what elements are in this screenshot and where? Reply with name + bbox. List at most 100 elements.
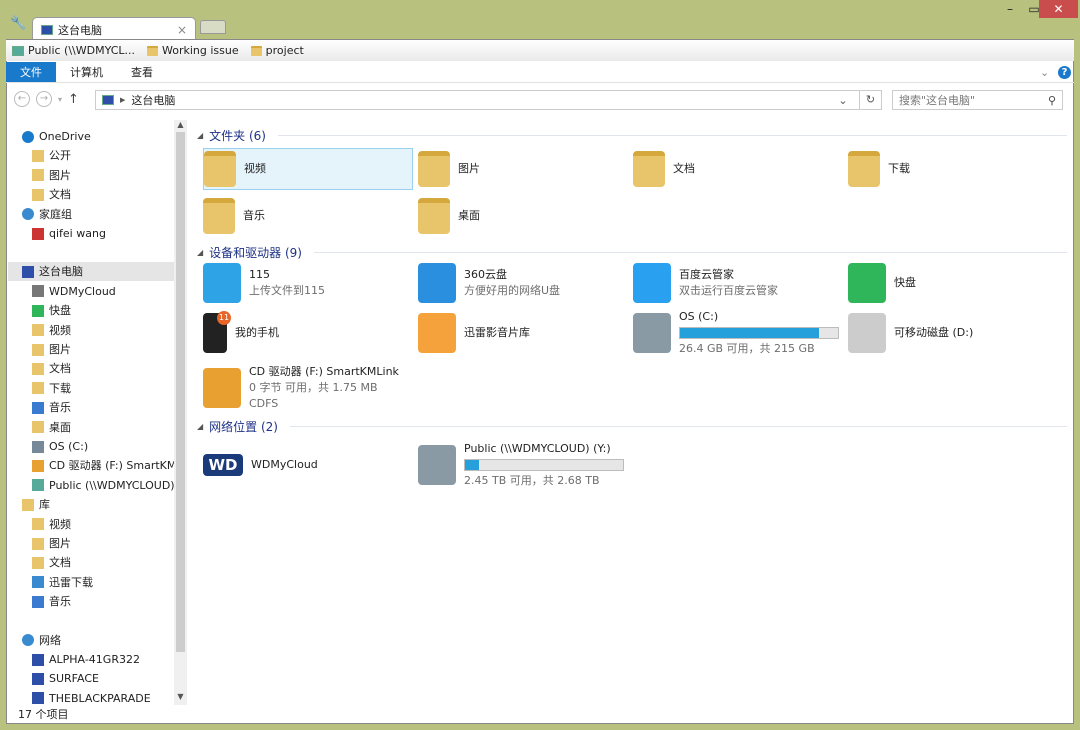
sidebar-item[interactable]: OS (C:)	[8, 437, 174, 456]
tab-this-pc[interactable]: 这台电脑 ×	[32, 17, 196, 41]
up-button[interactable]: ↑	[68, 92, 79, 107]
sidebar-item[interactable]: 这台电脑	[8, 262, 174, 282]
item-tile[interactable]: 下载	[848, 148, 1058, 190]
item-tile[interactable]: 可移动磁盘 (D:)	[848, 312, 1058, 354]
sidebar-item-label: 音乐	[49, 595, 71, 609]
address-bar[interactable]: ▶ 这台电脑 ⌄ ↻	[95, 90, 882, 110]
item-text: 可移动磁盘 (D:)	[894, 325, 973, 341]
close-button[interactable]: ✕	[1039, 0, 1078, 18]
sidebar-item[interactable]: 视频	[8, 321, 174, 340]
item-tile[interactable]: WD WDMyCloud	[203, 444, 413, 486]
item-name: 360云盘	[464, 268, 507, 281]
sidebar-item[interactable]: 网络	[8, 631, 174, 650]
sidebar-item-label: 图片	[49, 168, 71, 182]
refresh-button[interactable]: ↻	[859, 91, 881, 109]
item-tile[interactable]: 360云盘 方便好用的网络U盘	[418, 262, 628, 304]
sidebar-item[interactable]: 文档	[8, 359, 174, 378]
sidebar-item[interactable]: WDMyCloud	[8, 282, 174, 301]
pictures-icon	[32, 537, 44, 550]
sidebar-item[interactable]: 音乐	[8, 398, 174, 417]
sidebar-item[interactable]: qifei wang	[8, 224, 174, 243]
nas-icon	[32, 285, 44, 298]
scroll-up-icon[interactable]: ▲	[174, 120, 187, 129]
address-dropdown-icon[interactable]: ⌄	[833, 94, 853, 107]
sidebar-item[interactable]: 文档	[8, 185, 174, 204]
baidu-cloud-icon	[633, 263, 671, 303]
sidebar-item[interactable]: 视频	[8, 515, 174, 534]
sidebar-item[interactable]: 音乐	[8, 592, 174, 611]
sidebar-item-label: qifei wang	[49, 227, 106, 240]
capacity-bar	[464, 459, 624, 471]
ribbon-tab[interactable]: 计算机	[56, 62, 117, 82]
kuaipan-icon	[848, 263, 886, 303]
sidebar-item[interactable]: 家庭组	[8, 205, 174, 224]
sidebar-item[interactable]: 库	[8, 495, 174, 514]
bookmark-item[interactable]: Public (\\WDMYCL...	[12, 44, 135, 57]
sidebar-item-label: SURFACE	[49, 672, 99, 686]
documents-icon	[32, 362, 44, 375]
ribbon-tab[interactable]: 文件	[6, 62, 56, 82]
item-tile[interactable]: 音乐	[203, 195, 413, 237]
item-name: 百度云管家	[679, 268, 734, 281]
scroll-down-icon[interactable]: ▼	[174, 692, 187, 701]
sidebar-item[interactable]: 图片	[8, 166, 174, 185]
item-tile[interactable]: Public (\\WDMYCLOUD) (Y:) 2.45 TB 可用，共 2.…	[418, 442, 628, 487]
item-name: Public (\\WDMYCLOUD) (Y:)	[464, 442, 611, 455]
360-cloud-icon	[418, 263, 456, 303]
sidebar-item[interactable]: CD 驱动器 (F:) SmartKMLi	[8, 456, 174, 475]
bookmark-item[interactable]: Working issue	[147, 44, 239, 57]
item-tile[interactable]: 桌面	[418, 195, 628, 237]
sidebar-item[interactable]: 快盘	[8, 301, 174, 320]
recent-dropdown-icon[interactable]: ▾	[58, 95, 62, 104]
sidebar-item[interactable]: 图片	[8, 534, 174, 553]
item-tile[interactable]: 115 上传文件到115	[203, 262, 413, 304]
item-tile[interactable]: 百度云管家 双击运行百度云管家	[633, 262, 843, 304]
item-tile[interactable]: 11 我的手机	[203, 311, 413, 354]
new-tab-button[interactable]	[200, 20, 226, 34]
collapse-icon[interactable]: ◢	[197, 422, 203, 431]
item-tile[interactable]: CD 驱动器 (F:) SmartKMLink 0 字节 可用，共 1.75 MB…	[203, 364, 413, 412]
sidebar-item[interactable]: 下载	[8, 379, 174, 398]
item-tile[interactable]: 视频	[203, 148, 413, 190]
sidebar-item[interactable]: 桌面	[8, 418, 174, 437]
section-header[interactable]: ◢ 网络位置 (2)	[197, 418, 1067, 434]
sidebar-item[interactable]: SURFACE	[8, 669, 174, 688]
settings-wrench-icon[interactable]: 🔧	[10, 16, 26, 31]
search-input[interactable]: 搜索"这台电脑" ⚲	[892, 90, 1063, 110]
help-icon[interactable]: ?	[1058, 66, 1071, 79]
sidebar-item[interactable]: 文档	[8, 553, 174, 572]
scrollbar-thumb[interactable]	[176, 132, 185, 652]
user-icon	[32, 227, 44, 240]
section-header[interactable]: ◢ 文件夹 (6)	[197, 127, 1067, 143]
computer-icon	[102, 95, 114, 105]
115-icon	[203, 263, 241, 303]
sidebar-item[interactable]: 迅雷下载	[8, 573, 174, 592]
sidebar-item[interactable]: Public (\\WDMYCLOUD) (	[8, 476, 174, 495]
onedrive-icon	[22, 130, 34, 143]
ribbon-tab[interactable]: 查看	[117, 62, 167, 82]
collapse-icon[interactable]: ◢	[197, 248, 203, 257]
forward-button[interactable]: →	[36, 91, 52, 107]
sidebar-item[interactable]: 公开	[8, 146, 174, 165]
item-tile[interactable]: 文档	[633, 148, 843, 190]
item-tile[interactable]: 快盘	[848, 262, 1058, 304]
collapse-icon[interactable]: ◢	[197, 131, 203, 140]
music-icon	[32, 401, 44, 414]
expand-ribbon-icon[interactable]: ⌄	[1040, 66, 1049, 79]
section-header[interactable]: ◢ 设备和驱动器 (9)	[197, 244, 1067, 260]
breadcrumb-this-pc[interactable]: 这台电脑	[131, 92, 175, 108]
sidebar-item[interactable]: ALPHA-41GR322	[8, 650, 174, 669]
back-button[interactable]: ←	[14, 91, 30, 107]
sidebar-item[interactable]: THEBLACKPARADE	[8, 689, 174, 705]
item-tile[interactable]: 图片	[418, 148, 628, 190]
close-tab-icon[interactable]: ×	[177, 23, 187, 37]
item-tile[interactable]: 迅雷影音片库	[418, 312, 628, 354]
sidebar-item[interactable]: 图片	[8, 340, 174, 359]
bookmark-item[interactable]: project	[250, 44, 304, 57]
breadcrumb-separator-icon[interactable]: ▶	[120, 96, 125, 104]
sidebar-item[interactable]: OneDrive	[8, 127, 174, 146]
music-icon	[32, 595, 44, 608]
minimize-button[interactable]: –	[998, 0, 1022, 18]
item-tile[interactable]: OS (C:) 26.4 GB 可用，共 215 GB	[633, 310, 843, 355]
search-icon[interactable]: ⚲	[1048, 94, 1056, 107]
